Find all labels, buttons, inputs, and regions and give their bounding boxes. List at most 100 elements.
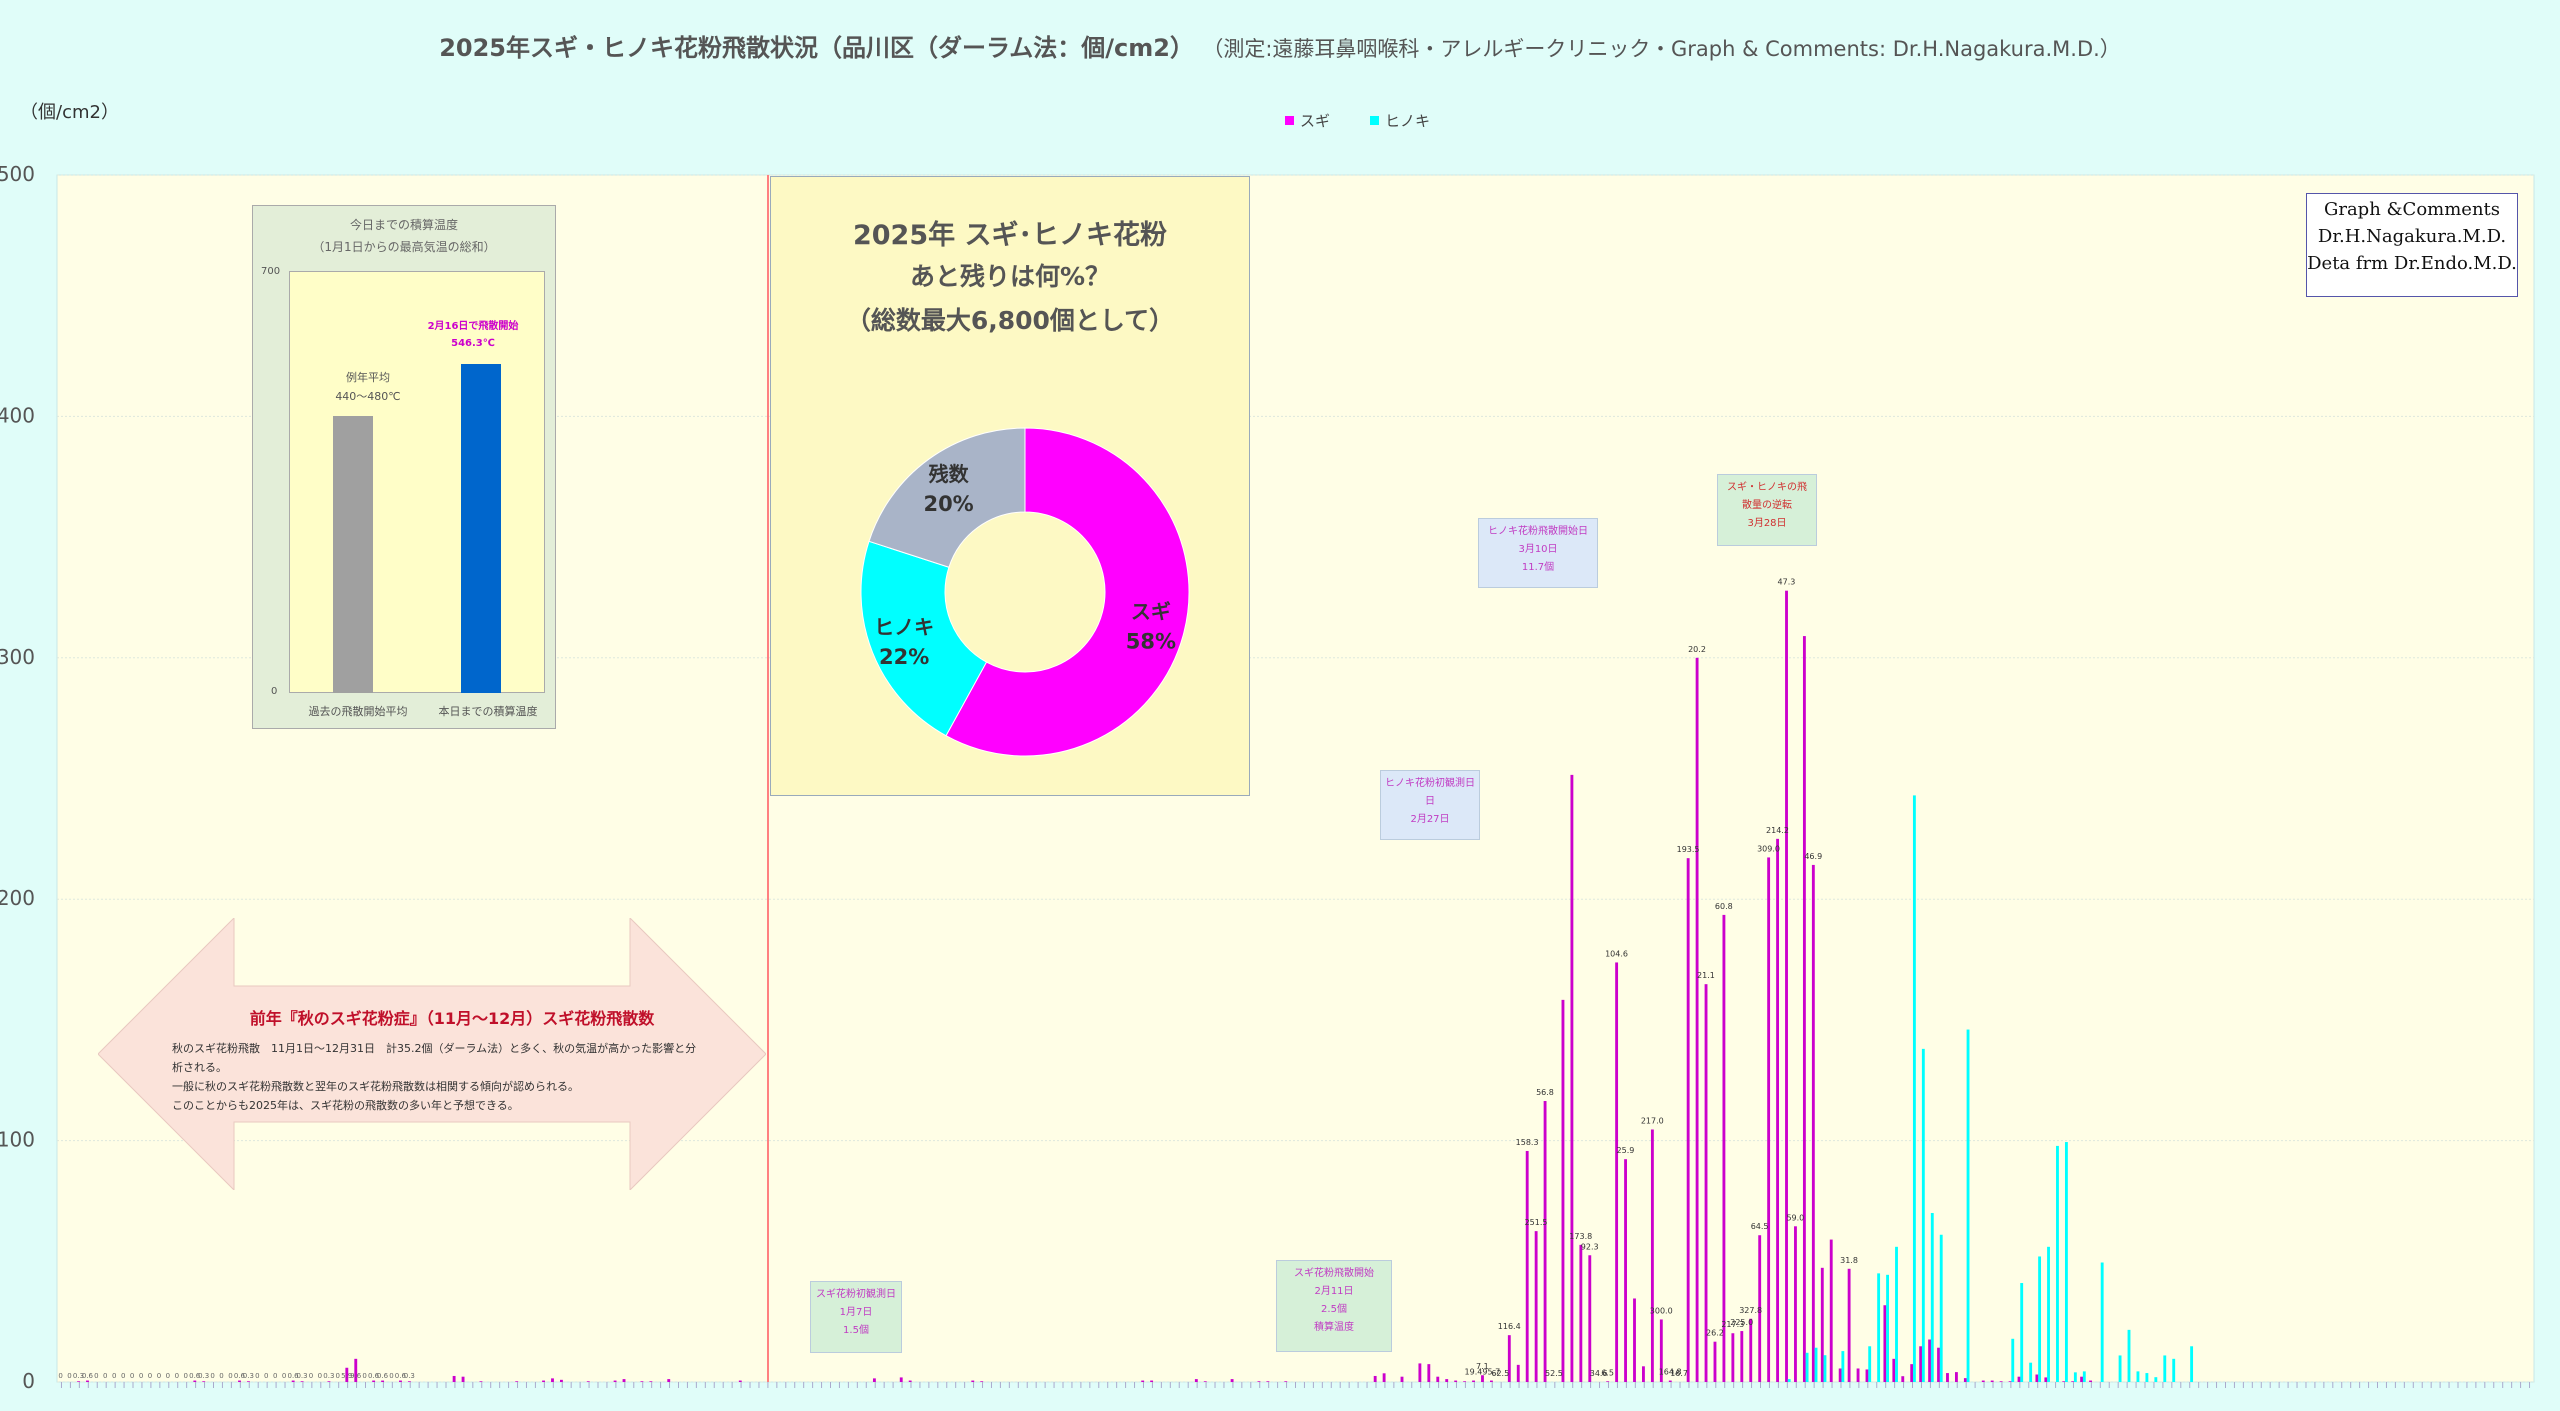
bar-sugi (1606, 1381, 1610, 1382)
annotation-hinoki-start-line2: 3月10日 (1518, 544, 1558, 555)
baseline-label: 0 (389, 1372, 393, 1380)
bar-sugi (1454, 1380, 1458, 1382)
bar-sugi (622, 1379, 626, 1382)
bar-hinoki (1868, 1346, 1872, 1382)
bar-hinoki (2082, 1371, 2086, 1382)
bar-hinoki (2011, 1338, 2015, 1382)
data-label: 56.8 (1536, 1088, 1554, 1097)
baseline-label: 0 (67, 1372, 71, 1380)
bar-hinoki (1823, 1355, 1827, 1382)
bar-sugi (327, 1381, 331, 1382)
donut-label-category: スギ (1131, 599, 1171, 623)
bar-sugi (1525, 1150, 1529, 1382)
bar-sugi (1472, 1380, 1475, 1382)
data-label: 214.2 (1766, 826, 1789, 835)
bar-hinoki (2073, 1372, 2077, 1382)
bar-sugi (1722, 914, 1726, 1382)
bar-sugi (542, 1380, 545, 1382)
bar-sugi (899, 1377, 903, 1382)
bar-hinoki (2154, 1377, 2158, 1382)
inset-category-1: 過去の飛散開始平均 (308, 705, 408, 718)
bar-hinoki (2172, 1358, 2176, 1382)
inset-subtitle: （1月1日からの最高気温の総和） (312, 240, 496, 254)
bar-hinoki (1939, 1234, 1943, 1382)
y-tick-label: 500 (0, 162, 35, 186)
annotation-sugi-first-line1: スギ花粉初観測日 (816, 1289, 896, 1300)
credit-line-2: Dr.H.Nagakura.M.D. (2317, 226, 2507, 247)
y-tick-label: 100 (0, 1128, 35, 1152)
bar-hinoki (1921, 1048, 1925, 1382)
inset-annotation-current: 2月16日で飛散開始 546.3℃ (393, 318, 553, 352)
data-label: 309.0 (1757, 844, 1780, 853)
bar-sugi (2044, 1377, 2048, 1382)
inset-ytick-min: 0 (271, 686, 278, 697)
donut-chart: スギ 58% ヒノキ 22% 残数 20% (860, 427, 1190, 757)
annotation-reversal-line2: 散量の逆転 (1742, 500, 1792, 511)
bar-sugi (1713, 1341, 1717, 1382)
bar-hinoki (1966, 1029, 1970, 1382)
inset-ytick-max: 700 (261, 266, 281, 277)
bar-sugi (1400, 1376, 1404, 1382)
bar-sugi (1883, 1305, 1887, 1382)
baseline-label: 0 (103, 1372, 107, 1380)
bar-sugi (1802, 636, 1806, 1382)
bar-hinoki (2190, 1346, 2194, 1382)
bar-sugi (1588, 1255, 1592, 1382)
bar-sugi (1266, 1381, 1270, 1382)
bar-sugi (908, 1380, 912, 1382)
bar-sugi (1284, 1381, 1288, 1382)
baseline-label: 0 (166, 1372, 170, 1380)
inset-annotation-average-line1: 例年平均 (346, 371, 390, 384)
bar-sugi (613, 1380, 617, 1382)
data-label: 64.5 (1751, 1222, 1769, 1231)
data-label: 59.0 (1786, 1213, 1804, 1222)
bar-sugi (1445, 1379, 1449, 1382)
bar-sugi (2080, 1376, 2084, 1382)
bar-sugi (399, 1380, 402, 1382)
bar-sugi (1811, 864, 1815, 1382)
remaining-pollen-inset: 2025年 スギ･ヒノキ花粉 あと残りは何%？ （総数最大6,800個として） … (770, 176, 1250, 796)
bar-sugi (1615, 962, 1619, 1382)
data-label: 60.8 (1715, 902, 1733, 911)
data-label: 193.5 (1677, 845, 1700, 854)
bar-sugi (1668, 1380, 1672, 1382)
baseline-label: 0 (184, 1372, 188, 1380)
bar-hinoki (2136, 1371, 2140, 1382)
inset-bar-current (461, 363, 501, 693)
donut-label-percent: 22% (879, 645, 929, 669)
bar-sugi (1194, 1379, 1198, 1382)
bar-sugi (1954, 1372, 1958, 1382)
data-label: 92.3 (1581, 1242, 1599, 1251)
data-label: 62.5 (1491, 1369, 1509, 1378)
bar-hinoki (1886, 1274, 1889, 1382)
y-tick-label: 0 (22, 1369, 35, 1393)
annotation-sugi-start-line1: スギ花粉飛散開始 (1294, 1268, 1374, 1279)
data-label: 173.8 (1569, 1232, 1592, 1241)
bar-hinoki (2020, 1283, 2024, 1382)
autumn-pollen-note: 前年『秋のスギ花粉症』（11月〜12月）スギ花粉飛散数 秋のスギ花粉飛散 11月… (172, 1005, 732, 1115)
bar-sugi (1731, 1333, 1735, 1382)
bar-sugi (2008, 1381, 2012, 1382)
bar-hinoki (2038, 1256, 2042, 1382)
autumn-note-line4: このことからも2025年は、スギ花粉の飛散数の多い年と予想できる。 (172, 1099, 519, 1112)
bar-sugi (1463, 1381, 1467, 1382)
data-label: 25.9 (1617, 1146, 1635, 1155)
data-label: 225.0 (1730, 1318, 1753, 1327)
bar-sugi (640, 1381, 644, 1382)
bar-sugi (1892, 1358, 1896, 1382)
donut-label-category: 残数 (929, 462, 970, 486)
annotation-sugi-start-line2: 2月11日 (1314, 1286, 1354, 1297)
bar-sugi (1489, 1380, 1493, 1382)
annotation-hinoki-dispersal-start: ヒノキ花粉飛散開始日 3月10日 11.7個 (1478, 518, 1598, 588)
inset-annotation-average: 例年平均 440〜480℃ (313, 368, 423, 406)
bar-sugi (1257, 1381, 1261, 1382)
autumn-note-line2: 析される。 (172, 1061, 227, 1074)
data-label: 16.7 (1670, 1369, 1688, 1378)
bar-sugi (1963, 1378, 1967, 1382)
bar-sugi (1856, 1368, 1860, 1382)
temperature-inset: 今日までの積算温度 （1月1日からの最高気温の総和） 700 0 例年平均 44… (252, 205, 556, 729)
bar-hinoki (2047, 1246, 2050, 1382)
bar-sugi (452, 1375, 456, 1382)
inset-category-2: 本日までの積算温度 (438, 705, 538, 718)
bar-sugi (1427, 1364, 1431, 1382)
